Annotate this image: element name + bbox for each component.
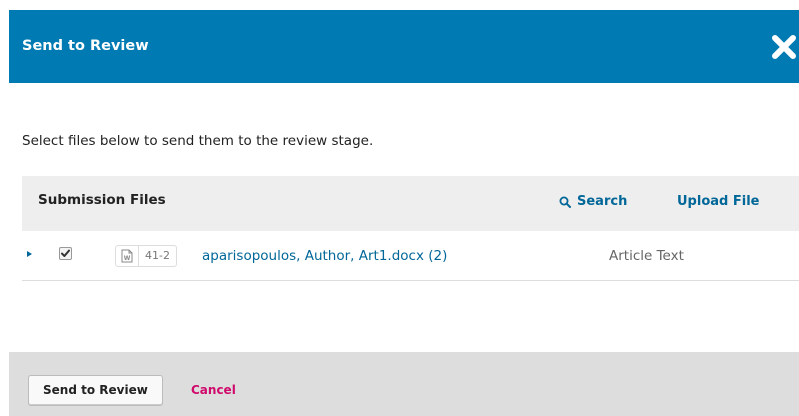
send-to-review-button[interactable]: Send to Review (28, 375, 163, 406)
modal-title: Send to Review (22, 38, 149, 54)
send-to-review-modal: Send to Review Select files below to sen… (0, 0, 799, 416)
search-label: Search (577, 194, 628, 209)
svg-text:W: W (124, 255, 131, 262)
search-icon (559, 196, 571, 208)
modal-footer: Send to Review Cancel (9, 352, 799, 416)
search-link[interactable]: Search (559, 194, 627, 209)
submission-files-grid: Submission Files Search Upload File W 41… (22, 176, 799, 281)
close-button[interactable] (769, 32, 799, 62)
expand-row-icon[interactable] (27, 251, 32, 257)
file-checkbox[interactable] (59, 247, 72, 260)
modal-header: Send to Review (9, 10, 799, 83)
cancel-link[interactable]: Cancel (191, 383, 236, 397)
file-type-badge: W (115, 245, 139, 267)
upload-file-link[interactable]: Upload File (677, 194, 759, 209)
checkmark-icon (61, 249, 70, 257)
file-id-badge: 41-2 (138, 245, 177, 267)
intro-text: Select files below to send them to the r… (22, 133, 374, 149)
table-row: W 41-2 aparisopoulos, Author, Art1.docx … (22, 231, 799, 280)
file-name-link[interactable]: aparisopoulos, Author, Art1.docx (2) (202, 248, 447, 264)
grid-header: Submission Files Search Upload File (22, 176, 799, 231)
word-document-icon: W (121, 249, 133, 263)
grid-title: Submission Files (38, 192, 166, 208)
file-genre: Article Text (609, 248, 684, 264)
close-icon (772, 35, 796, 59)
